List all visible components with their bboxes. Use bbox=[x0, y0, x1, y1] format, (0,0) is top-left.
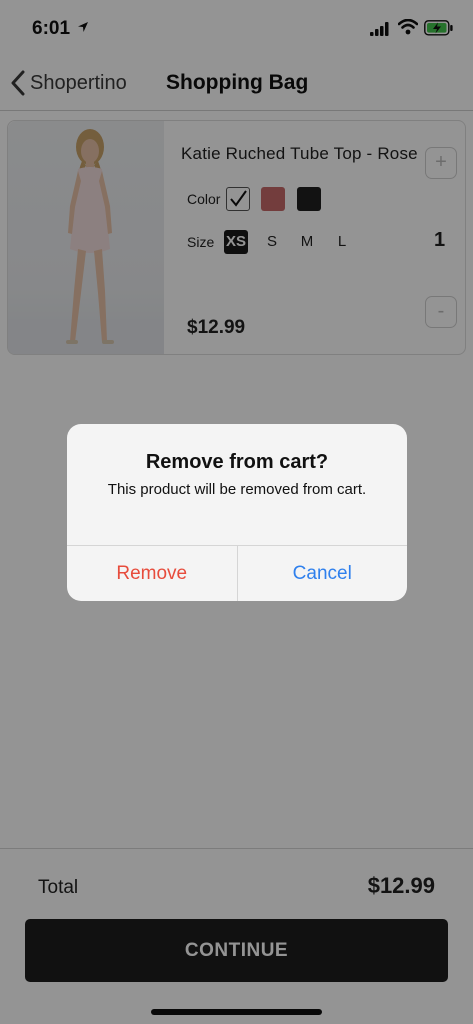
dialog-actions: Remove Cancel bbox=[67, 545, 407, 601]
remove-confirmation-dialog: Remove from cart? This product will be r… bbox=[67, 424, 407, 601]
dialog-title: Remove from cart? bbox=[145, 451, 329, 473]
remove-button[interactable]: Remove bbox=[67, 546, 238, 601]
cancel-button[interactable]: Cancel bbox=[238, 546, 408, 601]
dialog-message: This product will be removed from cart. bbox=[107, 481, 367, 498]
